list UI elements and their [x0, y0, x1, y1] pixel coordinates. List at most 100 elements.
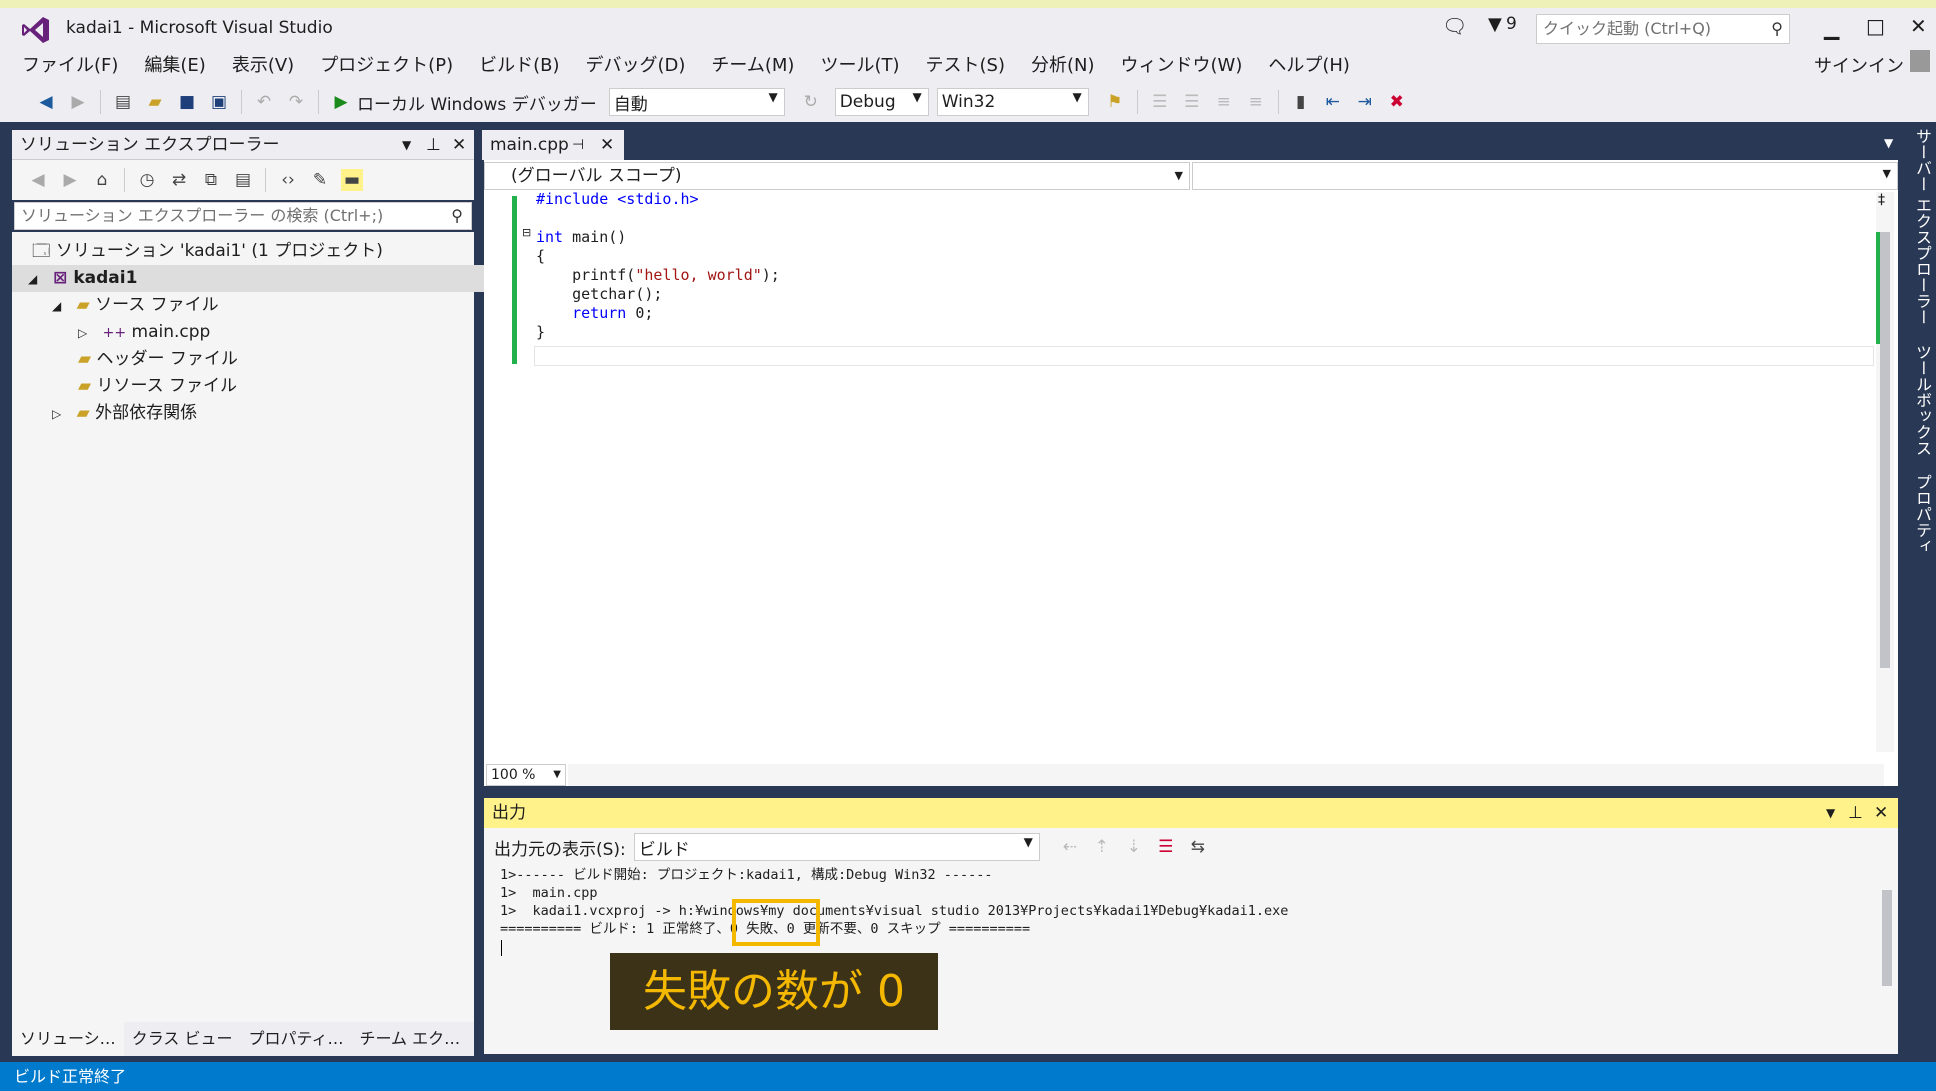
- expand-arrow-icon[interactable]: ◢: [52, 299, 61, 313]
- collapse-all-icon[interactable]: ⧉: [200, 169, 222, 191]
- menu-debug[interactable]: デバッグ(D): [586, 51, 686, 77]
- feedback-icon[interactable]: 🗨: [1442, 14, 1467, 38]
- split-icon[interactable]: ‡: [1878, 192, 1885, 208]
- close-panel-icon[interactable]: ✕: [452, 130, 466, 160]
- filter-icon[interactable]: ▼: [1488, 14, 1502, 35]
- close-panel-icon[interactable]: ✕: [1874, 798, 1888, 828]
- indent-icon[interactable]: ☰: [1149, 91, 1171, 113]
- platform-combo[interactable]: Win32 ▼: [936, 88, 1089, 116]
- sync-icon[interactable]: ⇄: [168, 169, 190, 191]
- scroll-thumb[interactable]: [1880, 232, 1890, 668]
- tree-item-project[interactable]: ◢ ⊠ kadai1: [12, 265, 490, 292]
- history-icon[interactable]: ◷: [136, 169, 158, 191]
- clear-bookmarks-icon[interactable]: ✖: [1386, 91, 1408, 113]
- comment-icon[interactable]: ≡: [1213, 91, 1235, 113]
- menu-test[interactable]: テスト(S): [926, 51, 1005, 77]
- tree-item-source-files[interactable]: ◢ ▰ ソース ファイル: [52, 292, 219, 319]
- config-combo[interactable]: Debug ▼: [834, 88, 929, 116]
- expand-arrow-icon[interactable]: ▷: [52, 407, 61, 421]
- quick-launch-input[interactable]: クイック起動 (Ctrl+Q) ⚲: [1536, 14, 1790, 44]
- menu-analyze[interactable]: 分析(N): [1031, 51, 1095, 77]
- tab-server-explorer[interactable]: サーバー エクスプローラー: [1910, 128, 1934, 325]
- pin-icon[interactable]: ⊥: [426, 130, 441, 160]
- word-wrap-icon[interactable]: ⇆: [1187, 836, 1209, 858]
- horizontal-scrollbar[interactable]: [568, 764, 1884, 786]
- tab-team-explorer[interactable]: チーム エク…: [352, 1022, 469, 1056]
- scope-dropdown[interactable]: (グローバル スコープ) ▼: [484, 162, 1190, 190]
- tab-overflow-icon[interactable]: ▼: [1884, 136, 1893, 150]
- bookmark-icon[interactable]: ▮: [1290, 91, 1312, 113]
- dropdown-icon[interactable]: ▼: [1826, 798, 1835, 828]
- pin-icon[interactable]: ⊥: [1848, 798, 1863, 828]
- preview-icon[interactable]: ▬: [341, 169, 363, 191]
- debugger-button[interactable]: ローカル Windows デバッガー: [357, 90, 597, 115]
- view-code-icon[interactable]: ‹›: [277, 169, 299, 191]
- dropdown-icon[interactable]: ▼: [402, 130, 411, 160]
- properties-icon[interactable]: ✎: [309, 169, 331, 191]
- forward-icon[interactable]: ▶: [67, 91, 89, 113]
- menu-window[interactable]: ウィンドウ(W): [1121, 51, 1243, 77]
- close-icon[interactable]: ✕: [1910, 14, 1927, 38]
- prev-message-icon[interactable]: ⇡: [1091, 836, 1113, 858]
- forward-icon[interactable]: ▶: [59, 169, 81, 191]
- save-all-icon[interactable]: ▣: [208, 91, 230, 113]
- zoom-combo[interactable]: 100 % ▼: [486, 764, 566, 786]
- tree-item-resource-files[interactable]: ▰ リソース ファイル: [78, 373, 237, 400]
- tab-properties-dock[interactable]: プロパティ: [1910, 474, 1934, 554]
- output-source-combo[interactable]: ビルド ▼: [633, 833, 1040, 861]
- menu-project[interactable]: プロジェクト(P): [320, 51, 453, 77]
- tree-item-external-deps[interactable]: ▷ ▰ 外部依存関係: [52, 400, 197, 427]
- expand-arrow-icon[interactable]: ◢: [28, 272, 37, 286]
- tree-item-main-cpp[interactable]: ▷ ++ main.cpp: [78, 319, 210, 346]
- back-icon[interactable]: ◀: [35, 91, 57, 113]
- scroll-thumb[interactable]: [1882, 890, 1892, 986]
- expand-arrow-icon[interactable]: ▷: [78, 326, 87, 340]
- show-all-files-icon[interactable]: ▤: [232, 169, 254, 191]
- menu-tools[interactable]: ツール(T): [820, 51, 899, 77]
- uncomment-icon[interactable]: ≡: [1245, 91, 1267, 113]
- next-message-icon[interactable]: ⇣: [1123, 836, 1145, 858]
- member-dropdown[interactable]: ▼: [1192, 162, 1898, 190]
- tab-solution-explorer[interactable]: ソリューシ…: [12, 1022, 124, 1056]
- code-text: );: [761, 266, 780, 284]
- outdent-icon[interactable]: ☰: [1181, 91, 1203, 113]
- tab-properties[interactable]: プロパティ…: [240, 1022, 351, 1056]
- tree-item-solution[interactable]: 🗔 ソリューション 'kadai1' (1 プロジェクト): [32, 238, 383, 265]
- clear-all-icon[interactable]: ☰: [1155, 836, 1177, 858]
- next-bookmark-icon[interactable]: ⇥: [1354, 91, 1376, 113]
- save-icon[interactable]: ■: [176, 91, 198, 113]
- find-message-icon[interactable]: ⇠: [1059, 836, 1081, 858]
- code-editor[interactable]: #include <stdio.h> ⊟ int main() { printf…: [484, 160, 1898, 786]
- collapse-icon[interactable]: ⊟: [522, 226, 531, 239]
- menu-edit[interactable]: 編集(E): [144, 51, 205, 77]
- menu-help[interactable]: ヘルプ(H): [1268, 51, 1350, 77]
- find-in-files-icon[interactable]: ⚑: [1104, 91, 1126, 113]
- redo-icon[interactable]: ↷: [285, 91, 307, 113]
- signin-link[interactable]: サインイン: [1814, 52, 1904, 78]
- menu-view[interactable]: 表示(V): [232, 51, 294, 77]
- auto-combo[interactable]: 自動 ▼: [608, 88, 785, 116]
- start-debug-icon[interactable]: ▶: [330, 91, 352, 113]
- menu-build[interactable]: ビルド(B): [479, 51, 559, 77]
- home-icon[interactable]: ⌂: [91, 169, 113, 191]
- tab-class-view[interactable]: クラス ビュー: [124, 1022, 241, 1056]
- menu-file[interactable]: ファイル(F): [22, 51, 118, 77]
- tab-toolbox[interactable]: ツールボックス: [1910, 344, 1934, 456]
- maximize-icon[interactable]: □: [1866, 14, 1885, 38]
- editor-tab-main-cpp[interactable]: main.cpp ⊣ ✕: [482, 130, 624, 160]
- undo-icon[interactable]: ↶: [253, 91, 275, 113]
- vertical-scrollbar[interactable]: ‡: [1876, 192, 1894, 752]
- output-vertical-scrollbar[interactable]: [1880, 870, 1894, 1020]
- menu-team[interactable]: チーム(M): [711, 51, 794, 77]
- open-file-icon[interactable]: ▰: [144, 91, 166, 113]
- close-tab-icon[interactable]: ✕: [600, 130, 614, 160]
- pin-icon[interactable]: ⊣: [572, 130, 584, 160]
- back-icon[interactable]: ◀: [27, 169, 49, 191]
- solution-explorer-search-input[interactable]: ソリューション エクスプローラー の検索 (Ctrl+;) ⚲: [14, 202, 472, 230]
- refresh-icon[interactable]: ↻: [800, 91, 822, 113]
- minimize-icon[interactable]: ▁: [1824, 16, 1839, 40]
- account-icon[interactable]: [1910, 50, 1930, 72]
- prev-bookmark-icon[interactable]: ⇤: [1322, 91, 1344, 113]
- tree-item-header-files[interactable]: ▰ ヘッダー ファイル: [78, 346, 238, 373]
- new-project-icon[interactable]: ▤: [112, 91, 134, 113]
